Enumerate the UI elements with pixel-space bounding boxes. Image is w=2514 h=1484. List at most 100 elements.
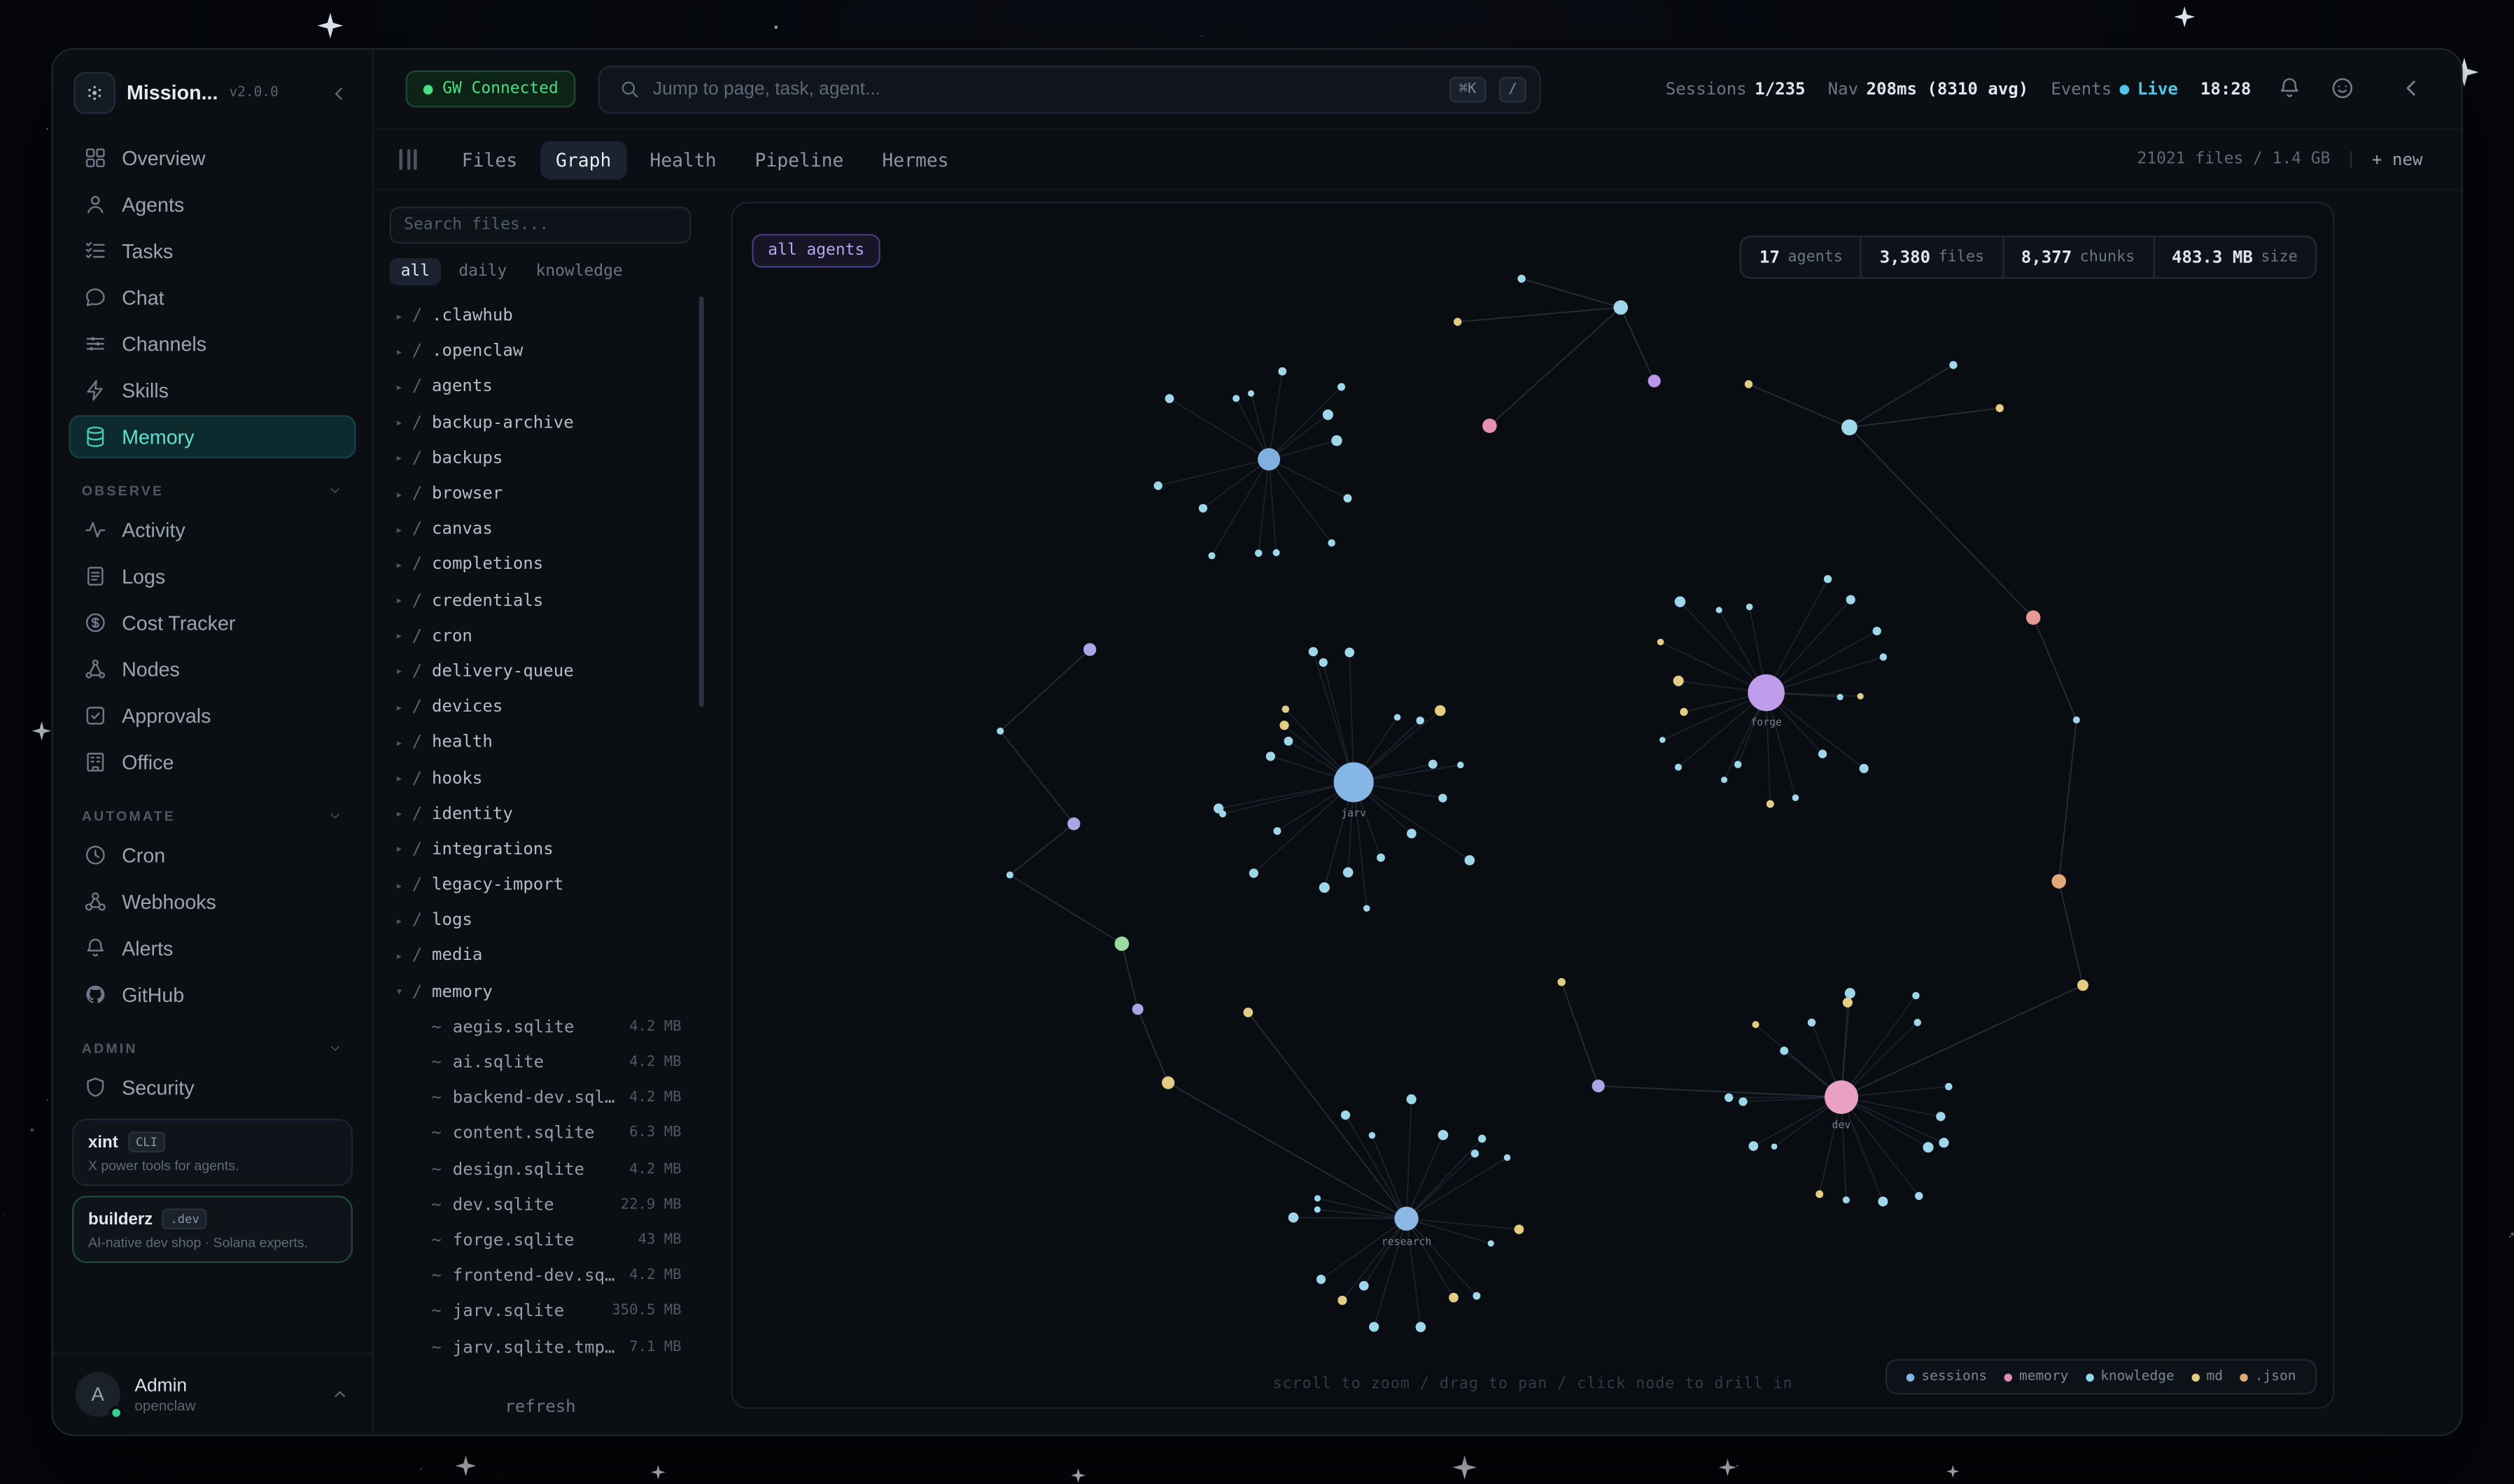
- graph-leaf-node[interactable]: [1319, 882, 1330, 893]
- graph-node[interactable]: [1745, 380, 1753, 388]
- graph-leaf-node[interactable]: [1248, 390, 1254, 397]
- graph-leaf-node[interactable]: [1471, 1150, 1479, 1157]
- notifications-button[interactable]: [2273, 73, 2304, 104]
- sidebar-item-cron[interactable]: Cron: [69, 833, 356, 877]
- graph-leaf-node[interactable]: [1846, 595, 1855, 604]
- graph-leaf-node[interactable]: [1767, 800, 1774, 808]
- sidebar-item-memory[interactable]: Memory: [69, 415, 356, 458]
- graph-leaf-node[interactable]: [1438, 1130, 1449, 1140]
- graph-leaf-node[interactable]: [1824, 575, 1832, 583]
- feedback-button[interactable]: [2326, 73, 2357, 104]
- tree-file-forge-sqlite[interactable]: ~ forge.sqlite 43 MB: [386, 1223, 694, 1259]
- tree-file-content-sqlite[interactable]: ~ content.sqlite 6.3 MB: [386, 1116, 694, 1152]
- graph-leaf-node[interactable]: [1721, 777, 1727, 783]
- graph-leaf-node[interactable]: [1341, 1110, 1350, 1119]
- filter-daily[interactable]: daily: [447, 258, 518, 285]
- graph-leaf-node[interactable]: [1208, 552, 1215, 559]
- graph-leaf-node[interactable]: [1860, 764, 1869, 773]
- graph-leaf-node[interactable]: [1818, 749, 1827, 758]
- filter-all[interactable]: all: [390, 258, 441, 285]
- tree-folder-agents[interactable]: ▸ / agents: [386, 369, 694, 405]
- graph-leaf-node[interactable]: [1449, 1293, 1459, 1303]
- graph-leaf-node[interactable]: [1363, 905, 1370, 912]
- graph-node[interactable]: [1243, 1008, 1253, 1017]
- graph-leaf-node[interactable]: [1464, 855, 1475, 865]
- memory-graph[interactable]: forgejarvresearchdev: [733, 204, 2333, 1407]
- sidebar-item-github[interactable]: GitHub: [69, 973, 356, 1017]
- graph-leaf-node[interactable]: [1416, 1322, 1426, 1332]
- graph-leaf-node[interactable]: [1255, 549, 1263, 557]
- graph-leaf-node[interactable]: [1369, 1322, 1379, 1331]
- graph-leaf-node[interactable]: [1488, 1241, 1494, 1247]
- graph-leaf-node[interactable]: [1878, 1196, 1888, 1206]
- tree-file-frontend-dev-sq[interactable]: ~ frontend-dev.sq… 4.2 MB: [386, 1258, 694, 1294]
- graph-leaf-node[interactable]: [1780, 1047, 1788, 1055]
- graph-leaf-node[interactable]: [1407, 828, 1417, 838]
- graph-leaf-node[interactable]: [1394, 714, 1401, 721]
- graph-leaf-node[interactable]: [1331, 435, 1342, 446]
- file-search-input[interactable]: Search files...: [390, 207, 691, 244]
- graph-leaf-node[interactable]: [1843, 998, 1853, 1008]
- graph-leaf-node[interactable]: [1369, 1132, 1376, 1139]
- promo-card-builderz[interactable]: builderz .dev AI-native dev shop · Solan…: [72, 1196, 353, 1263]
- section-header-admin[interactable]: ADMIN: [69, 1034, 356, 1061]
- graph-leaf-node[interactable]: [1377, 854, 1385, 862]
- graph-node[interactable]: [1557, 978, 1565, 986]
- tree-file-dev-sqlite[interactable]: ~ dev.sqlite 22.9 MB: [386, 1187, 694, 1223]
- tree-folder-identity[interactable]: ▸ / identity: [386, 796, 694, 832]
- tree-folder-hooks[interactable]: ▸ / hooks: [386, 761, 694, 796]
- graph-leaf-node[interactable]: [1337, 1296, 1347, 1305]
- graph-hub-forge[interactable]: [1748, 674, 1785, 712]
- graph-canvas[interactable]: all agents 17agents 3,380files 8,377chun…: [731, 202, 2335, 1409]
- section-header-observe[interactable]: OBSERVE: [69, 476, 356, 503]
- tree-file-design-sqlite[interactable]: ~ design.sqlite 4.2 MB: [386, 1152, 694, 1187]
- graph-leaf-node[interactable]: [1816, 1190, 1823, 1198]
- tree-folder-canvas[interactable]: ▸ / canvas: [386, 511, 694, 547]
- graph-node[interactable]: [2051, 874, 2066, 889]
- graph-leaf-node[interactable]: [1752, 1021, 1759, 1028]
- graph-node[interactable]: [1132, 1003, 1144, 1015]
- graph-leaf-node[interactable]: [1478, 1135, 1486, 1143]
- graph-leaf-node[interactable]: [1837, 694, 1844, 700]
- graph-leaf-node[interactable]: [1845, 988, 1855, 998]
- graph-leaf-node[interactable]: [1344, 494, 1352, 502]
- graph-leaf-node[interactable]: [1457, 762, 1464, 769]
- graph-leaf-node[interactable]: [1273, 827, 1281, 835]
- graph-leaf-node[interactable]: [1771, 1143, 1778, 1150]
- graph-node[interactable]: [1995, 404, 2003, 412]
- graph-leaf-node[interactable]: [1725, 1094, 1733, 1102]
- graph-leaf-node[interactable]: [1282, 705, 1290, 713]
- tab-hermes[interactable]: Hermes: [866, 140, 964, 178]
- sidebar-item-activity[interactable]: Activity: [69, 508, 356, 551]
- graph-node[interactable]: [1517, 275, 1525, 283]
- graph-leaf-node[interactable]: [1873, 627, 1881, 635]
- new-file-button[interactable]: + new: [2372, 150, 2422, 169]
- graph-leaf-node[interactable]: [1407, 1094, 1417, 1104]
- graph-node[interactable]: [1592, 1080, 1605, 1092]
- graph-leaf-node[interactable]: [1504, 1154, 1511, 1161]
- tree-file-ai-sqlite[interactable]: ~ ai.sqlite 4.2 MB: [386, 1045, 694, 1080]
- graph-leaf-node[interactable]: [1746, 604, 1753, 611]
- graph-node[interactable]: [1613, 300, 1628, 315]
- scrollbar-thumb[interactable]: [699, 297, 704, 707]
- graph-leaf-node[interactable]: [1945, 1083, 1953, 1091]
- sidebar-item-nodes[interactable]: Nodes: [69, 647, 356, 691]
- graph-leaf-node[interactable]: [1792, 794, 1799, 801]
- sidebar-item-chat[interactable]: Chat: [69, 276, 356, 319]
- tree-folder-browser[interactable]: ▸ / browser: [386, 476, 694, 511]
- sidebar-item-cost-tracker[interactable]: Cost Tracker: [69, 601, 356, 644]
- sidebar-item-agents[interactable]: Agents: [69, 183, 356, 226]
- tree-folder-logs[interactable]: ▸ / logs: [386, 903, 694, 938]
- graph-node[interactable]: [1162, 1076, 1174, 1089]
- graph-leaf-node[interactable]: [1337, 383, 1345, 391]
- graph-node[interactable]: [1648, 374, 1661, 387]
- tree-file-jarv-sqlite[interactable]: ~ jarv.sqlite 350.5 MB: [386, 1294, 694, 1329]
- graph-leaf-node[interactable]: [1279, 721, 1288, 730]
- tree-folder-integrations[interactable]: ▸ / integrations: [386, 832, 694, 868]
- tree-file-aegis-sqlite[interactable]: ~ aegis.sqlite 4.2 MB: [386, 1010, 694, 1045]
- graph-leaf-node[interactable]: [1880, 653, 1888, 661]
- tree-folder-backup-archive[interactable]: ▸ / backup-archive: [386, 405, 694, 441]
- tree-folder-credentials[interactable]: ▸ / credentials: [386, 583, 694, 619]
- graph-leaf-node[interactable]: [1154, 481, 1163, 490]
- graph-leaf-node[interactable]: [1659, 737, 1666, 743]
